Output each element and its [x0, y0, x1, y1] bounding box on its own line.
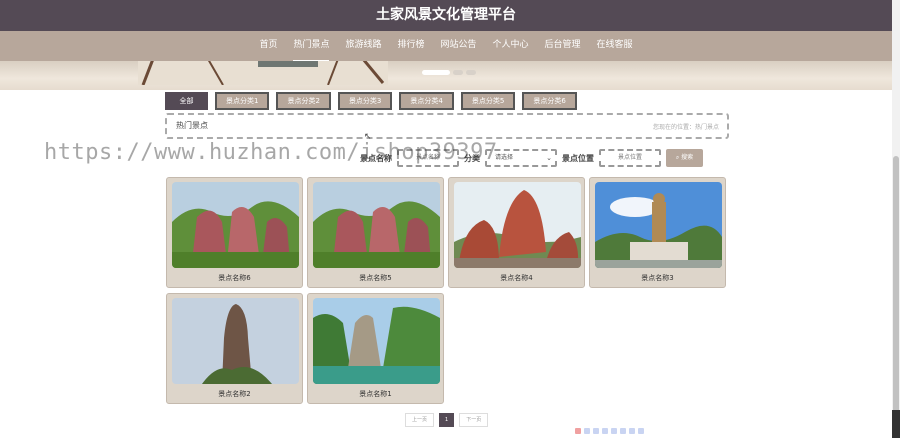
- banner-image: [138, 61, 388, 85]
- nav-admin[interactable]: 后台管理: [537, 31, 589, 61]
- banner-carousel[interactable]: [0, 61, 892, 90]
- nav-routes[interactable]: 旅游线路: [337, 31, 389, 61]
- side-float-button[interactable]: [892, 410, 900, 438]
- rock-pillar-image: [172, 298, 299, 384]
- red-rock-mountains-image: [172, 182, 299, 268]
- spot-card[interactable]: 景点名称3: [589, 177, 726, 288]
- tab-all[interactable]: 全部: [165, 92, 208, 110]
- nav-ranking[interactable]: 排行榜: [389, 31, 432, 61]
- tab-category-4[interactable]: 景点分类4: [399, 92, 454, 110]
- nav-hot-spots[interactable]: 热门景点: [285, 31, 337, 63]
- search-button[interactable]: ⌕ 搜索: [666, 149, 703, 167]
- carousel-dot[interactable]: [422, 70, 450, 75]
- tab-category-3[interactable]: 景点分类3: [337, 92, 393, 110]
- red-boulders-image: [454, 182, 581, 268]
- red-rock-mountains-image: [313, 182, 440, 268]
- spot-name: 景点名称6: [218, 274, 251, 282]
- page-1-button[interactable]: 1: [439, 413, 455, 427]
- prev-page-button[interactable]: 上一页: [405, 413, 435, 427]
- section-title: 热门景点: [176, 121, 208, 130]
- toolbar-icon[interactable]: [611, 428, 617, 434]
- spot-grid: 景点名称6 景点名称5 景点名称4 景点名称3 景点名称2 景点名称1: [166, 177, 726, 404]
- toolbar-icon[interactable]: [575, 428, 581, 434]
- spot-card[interactable]: 景点名称6: [166, 177, 303, 288]
- spot-name: 景点名称2: [218, 390, 251, 398]
- carousel-dot[interactable]: [466, 70, 476, 75]
- nav-announcements[interactable]: 网站公告: [433, 31, 485, 61]
- tab-category-5[interactable]: 景点分类5: [460, 92, 516, 110]
- position-input[interactable]: 景点位置: [599, 149, 661, 167]
- toolbar-icon[interactable]: [584, 428, 590, 434]
- watermark: https://www.huzhan.com/ishop39397: [44, 140, 498, 165]
- spot-card[interactable]: 景点名称2: [166, 293, 303, 404]
- toolbar-icon[interactable]: [602, 428, 608, 434]
- site-title: 土家风景文化管理平台: [376, 7, 516, 23]
- search-icon: ⌕: [675, 154, 680, 161]
- nav-home[interactable]: 首页: [251, 31, 285, 61]
- nav-support[interactable]: 在线客服: [589, 31, 641, 61]
- category-tabs: 全部 景点分类1 景点分类2 景点分类3 景点分类4 景点分类5 景点分类6: [165, 92, 577, 110]
- floating-toolbar: [575, 428, 644, 434]
- pagination: 上一页 1 下一页: [405, 413, 489, 427]
- spot-name: 景点名称3: [641, 274, 674, 282]
- spot-card[interactable]: 景点名称5: [307, 177, 444, 288]
- golden-buddha-image: [595, 182, 722, 268]
- toolbar-icon[interactable]: [638, 428, 644, 434]
- toolbar-icon[interactable]: [620, 428, 626, 434]
- section-header: 热门景点 您现在的位置：热门景点: [165, 113, 729, 139]
- search-button-label: 搜索: [681, 154, 694, 161]
- tab-category-6[interactable]: 景点分类6: [522, 92, 577, 110]
- carousel-indicators: [422, 70, 476, 75]
- spot-card[interactable]: 景点名称1: [307, 293, 444, 404]
- nav-profile[interactable]: 个人中心: [485, 31, 537, 61]
- chevron-down-icon: ⌄: [546, 154, 552, 162]
- breadcrumb: 您现在的位置：热门景点: [652, 124, 719, 131]
- scrollbar-thumb[interactable]: [893, 156, 899, 438]
- green-cliffs-image: [313, 298, 440, 384]
- tab-category-2[interactable]: 景点分类2: [276, 92, 331, 110]
- next-page-button[interactable]: 下一页: [459, 413, 489, 427]
- spot-name: 景点名称1: [359, 390, 392, 398]
- category-select-value: 请选择: [495, 154, 514, 161]
- spot-card[interactable]: 景点名称4: [448, 177, 585, 288]
- main-nav: 首页 热门景点 旅游线路 排行榜 网站公告 个人中心 后台管理 在线客服: [0, 31, 892, 63]
- page-scrollbar[interactable]: [892, 0, 900, 438]
- toolbar-icon[interactable]: [629, 428, 635, 434]
- carousel-dot[interactable]: [453, 70, 463, 75]
- toolbar-icon[interactable]: [593, 428, 599, 434]
- position-label: 景点位置: [562, 153, 594, 163]
- spot-name: 景点名称4: [500, 274, 533, 282]
- spot-name: 景点名称5: [359, 274, 392, 282]
- tab-category-1[interactable]: 景点分类1: [215, 92, 270, 110]
- site-header: 土家风景文化管理平台: [0, 0, 892, 31]
